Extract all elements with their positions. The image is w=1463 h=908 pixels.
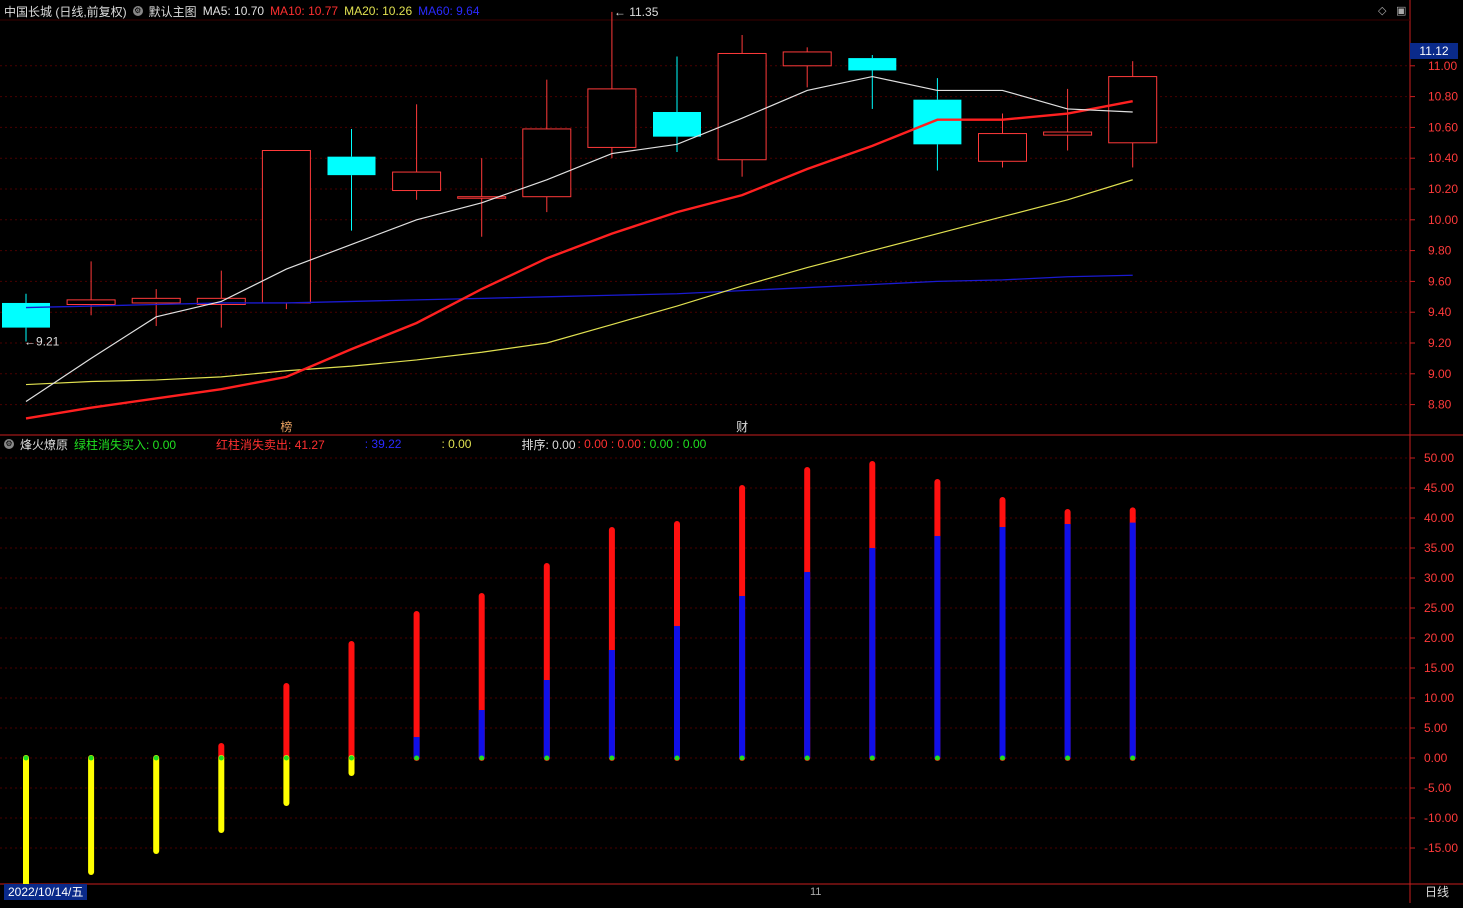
price-tick-label: 9.60 — [1428, 274, 1452, 288]
zero-dot — [349, 755, 354, 761]
zero-dot — [609, 755, 615, 761]
zero-dot — [1065, 755, 1071, 761]
zero-dot — [544, 755, 550, 761]
ma10-line — [25, 100, 1133, 420]
indicator-tick-label: 5.00 — [1424, 721, 1448, 735]
price-tick-label: 9.80 — [1428, 244, 1452, 258]
indicator-tick-label: -10.00 — [1424, 811, 1458, 825]
price-tick-label: 10.60 — [1428, 120, 1458, 134]
yellow-label: : 0.00 — [441, 437, 472, 451]
candles-group — [2, 11, 1158, 342]
high-annotation: ← 11.35 — [614, 5, 659, 19]
stock-label[interactable]: 中国长城 (日线,前复权) — [4, 3, 127, 20]
date-label: 2022/10/14/五 — [4, 884, 88, 900]
indicator-tick-label: -15.00 — [1424, 841, 1458, 855]
price-tick-label: 10.80 — [1428, 90, 1458, 104]
candle-body — [327, 156, 376, 176]
low-annotation: ←9.21 — [24, 334, 60, 348]
zero-dot — [283, 755, 289, 761]
candle-body — [717, 52, 767, 161]
indicator-tick-label: 25.00 — [1424, 601, 1454, 615]
zero-dot — [804, 755, 810, 761]
price-tick-label: 9.20 — [1428, 336, 1452, 350]
ma20-line — [25, 179, 1133, 386]
price-tick-label: 10.20 — [1428, 182, 1458, 196]
settings-icon[interactable]: ⚙ — [132, 6, 143, 16]
candle-body — [1108, 76, 1158, 144]
zero-dot — [739, 755, 745, 761]
ma10-label: MA10: 10.77 — [270, 4, 339, 18]
candle-body — [978, 133, 1027, 162]
candle-body — [782, 51, 832, 67]
ma60-label: MA60: 9.64 — [418, 4, 480, 18]
zero-dot — [1130, 755, 1136, 761]
marker-cai: 财 — [736, 420, 748, 434]
main-chart-label[interactable]: 默认主图 — [149, 3, 197, 20]
indicator-tick-label: 15.00 — [1424, 661, 1454, 675]
price-tick-label: 10.00 — [1428, 213, 1458, 227]
zero-dot — [88, 755, 94, 761]
ma5-line — [25, 75, 1133, 403]
candle-body — [261, 150, 311, 304]
zero-dot — [218, 755, 224, 761]
sort-label: 排序: 0.00 — [521, 437, 576, 452]
zero-dot — [934, 755, 940, 761]
indicator-tick-label: 20.00 — [1424, 631, 1454, 645]
sort-red-label: : 0.00 : 0.00 — [577, 437, 641, 451]
price-tick-label: 9.00 — [1428, 367, 1452, 381]
ma60-line — [25, 274, 1133, 309]
price-tick-label: 8.80 — [1428, 398, 1452, 412]
marker-bang: 榜 — [280, 419, 292, 434]
indicator-tick-label: -5.00 — [1424, 781, 1452, 795]
month-label: 11 — [810, 886, 822, 898]
price-tick-label: 11.00 — [1428, 59, 1457, 73]
candle-body — [587, 88, 637, 148]
zero-dot — [414, 755, 420, 761]
indicator-tick-label: 40.00 — [1424, 511, 1454, 525]
candle-body — [653, 112, 701, 137]
candle-body — [848, 58, 897, 71]
candle-body — [131, 297, 181, 304]
indicator-tick-label: 10.00 — [1424, 691, 1454, 705]
candle-body — [66, 299, 116, 306]
indicator-tick-label: 45.00 — [1424, 481, 1454, 495]
indicator-settings-icon[interactable]: ⚙ — [4, 439, 14, 449]
ma5-label: MA5: 10.70 — [202, 4, 265, 18]
zero-dot — [23, 755, 29, 761]
candle-body — [913, 99, 962, 145]
zero-dot — [869, 755, 875, 761]
blue-label: : 39.22 — [364, 437, 402, 451]
candle-body — [392, 171, 442, 192]
red-label: 红柱消失卖出: 41.27 — [216, 437, 325, 452]
green-label: 绿柱消失买入: 0.00 — [74, 437, 177, 452]
indicator-tick-label: 35.00 — [1424, 541, 1454, 555]
indicator-header: ⚙ 烽火燎原 绿柱消失买入: 0.00 红柱消失卖出: 41.27 : 39.2… — [4, 434, 712, 454]
indicator-tick-label: 50.00 — [1424, 451, 1454, 465]
indicator-tick-label: 0.00 — [1424, 751, 1448, 765]
diamond-icon[interactable]: ◇ — [1378, 4, 1386, 17]
indicator-tick-label: 30.00 — [1424, 571, 1454, 585]
zero-dot — [479, 755, 485, 761]
period-label[interactable]: 日线 — [1425, 884, 1449, 900]
maximize-icon[interactable]: ▣ — [1396, 4, 1406, 17]
zero-dot — [674, 755, 680, 761]
main-chart-header: 中国长城 (日线,前复权) ⚙ 默认主图 MA5: 10.70 MA10: 10… — [4, 1, 486, 21]
price-tick-label: 9.40 — [1428, 305, 1452, 319]
zero-dot — [1000, 755, 1005, 761]
zero-dot — [153, 755, 159, 761]
ma20-label: MA20: 10.26 — [344, 4, 413, 18]
price-tick-label: 10.40 — [1428, 151, 1458, 165]
indicator-bars-group — [23, 461, 1136, 893]
candle-body — [1043, 131, 1093, 136]
chart-stage: 11.00 10.80 10.60 10.40 10.20 10.00 9.80 9.60 9.… — [0, 0, 1463, 903]
cursor-price-label: 11.12 — [1410, 43, 1458, 59]
candle-body — [522, 128, 572, 198]
sort-green-label: : 0.00 : 0.00 — [642, 437, 707, 451]
indicator-name[interactable]: 烽火燎原 — [20, 436, 68, 453]
